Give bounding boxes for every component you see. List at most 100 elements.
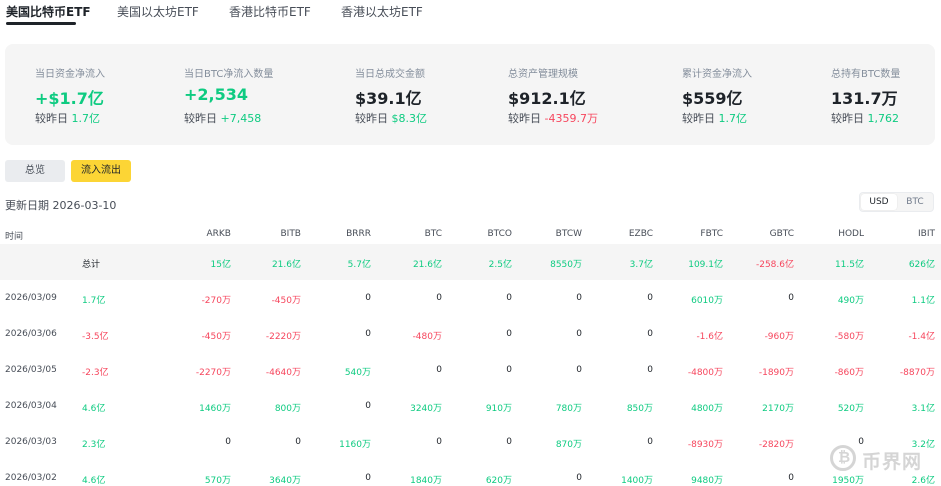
table-cell: 1840万 xyxy=(410,476,442,486)
update-value: 2026-03-10 xyxy=(52,199,117,212)
stat-value: +$1.7亿 xyxy=(35,89,104,108)
flows-button[interactable]: 流入流出 xyxy=(71,160,131,182)
table-cell: 0 xyxy=(225,437,231,447)
table-cell: 850万 xyxy=(626,404,653,414)
total-cell: 8550万 xyxy=(550,260,582,270)
table-row: 2026/03/03 2.3亿 0 0 1160万 0 0 870万 0 -8930万 -2820万… xyxy=(0,424,941,460)
total-cell: 15亿 xyxy=(210,260,231,270)
table-cell: 3640万 xyxy=(269,476,301,486)
total-label: 总计 xyxy=(82,260,101,270)
overview-button[interactable]: 总览 xyxy=(5,160,65,182)
table-cell: 3.1亿 xyxy=(911,404,935,414)
table-cell: 0 xyxy=(436,437,442,447)
active-tab-indicator xyxy=(6,22,76,25)
compare-prefix: 较昨日 xyxy=(682,112,715,125)
stat-compare: 较昨日 1,762 xyxy=(831,110,899,126)
table-cell: 0 xyxy=(506,329,512,339)
table-cell: 800万 xyxy=(274,404,301,414)
stat-label: 当日总成交金额 xyxy=(355,69,425,80)
stat-value: 131.7万 xyxy=(831,89,898,108)
tab-hk-eth-etf[interactable]: 香港以太坊ETF xyxy=(341,3,423,20)
row-date: 2026/03/03 xyxy=(5,437,57,447)
total-cell: 21.6亿 xyxy=(271,260,301,270)
column-header-gbtc: GBTC xyxy=(769,229,794,239)
column-header-bitb: BITB xyxy=(280,229,301,239)
table-cell: 0 xyxy=(576,329,582,339)
table-cell: 620万 xyxy=(485,476,512,486)
table-cell: 0 xyxy=(436,365,442,375)
compare-prefix: 较昨日 xyxy=(184,112,217,125)
table-cell: -860万 xyxy=(834,368,864,378)
update-date: 更新日期 2026-03-10 xyxy=(5,197,116,213)
total-cell: 11.5亿 xyxy=(834,260,864,270)
table-cell: 0 xyxy=(647,365,653,375)
total-cell: 3.7亿 xyxy=(629,260,653,270)
table-cell: -480万 xyxy=(412,332,442,342)
table-row: 2026/03/04 4.6亿 1460万 800万 0 3240万 910万 780万 850… xyxy=(0,388,941,424)
table-cell: 0 xyxy=(788,473,794,483)
column-header-btco: BTCO xyxy=(487,229,512,239)
compare-prefix: 较昨日 xyxy=(508,112,541,125)
compare-value: 1.7亿 xyxy=(71,112,101,125)
table-cell: 0 xyxy=(576,293,582,303)
table-cell: 520万 xyxy=(837,404,864,414)
table-cell: 0 xyxy=(647,329,653,339)
stat-label: 当日BTC净流入数量 xyxy=(184,69,274,80)
stat-label: 总资产管理规模 xyxy=(508,69,578,80)
compare-value: $8.3亿 xyxy=(391,112,428,125)
compare-prefix: 较昨日 xyxy=(35,112,68,125)
tab-hk-btc-etf[interactable]: 香港比特币ETF xyxy=(229,3,311,20)
row-total: -2.3亿 xyxy=(82,368,109,378)
table-cell: 9480万 xyxy=(691,476,723,486)
stat-label: 累计资金净流入 xyxy=(682,69,752,80)
table-cell: -1.6亿 xyxy=(696,332,723,342)
tab-us-eth-etf[interactable]: 美国以太坊ETF xyxy=(117,3,199,20)
table-cell: 1460万 xyxy=(199,404,231,414)
stat-value: +2,534 xyxy=(184,85,249,104)
stat-compare: 较昨日 $8.3亿 xyxy=(355,110,427,126)
table-cell: -960万 xyxy=(764,332,794,342)
table-cell: 0 xyxy=(576,365,582,375)
total-cell: 21.6亿 xyxy=(412,260,442,270)
row-total: 1.7亿 xyxy=(82,296,106,306)
table-cell: 870万 xyxy=(555,440,582,450)
table-cell: 490万 xyxy=(837,296,864,306)
total-row: 总计 15亿 21.6亿 5.7亿 21.6亿 2.5亿 8550万 3.7亿 109.1亿 -2… xyxy=(0,244,941,280)
table-cell: 0 xyxy=(436,293,442,303)
table-cell: -8930万 xyxy=(687,440,723,450)
table-cell: 0 xyxy=(647,437,653,447)
total-cell: 2.5亿 xyxy=(488,260,512,270)
table-cell: 1.1亿 xyxy=(911,296,935,306)
table-cell: -450万 xyxy=(271,296,301,306)
table-cell: -8870万 xyxy=(899,368,935,378)
table-cell: 0 xyxy=(576,473,582,483)
row-date: 2026/03/04 xyxy=(5,401,57,411)
stat-value: $39.1亿 xyxy=(355,89,422,108)
site-watermark: 币界网 xyxy=(824,440,934,476)
column-header-hodl: HODL xyxy=(838,229,864,239)
compare-value: -4359.7万 xyxy=(544,112,598,125)
stat-compare: 较昨日 +7,458 xyxy=(184,110,261,126)
stat-compare: 较昨日 1.7亿 xyxy=(35,110,100,126)
row-date: 2026/03/09 xyxy=(5,293,57,303)
table-cell: -270万 xyxy=(201,296,231,306)
stat-label: 总持有BTC数量 xyxy=(831,69,901,80)
row-date: 2026/03/06 xyxy=(5,329,57,339)
table-cell: 4800万 xyxy=(691,404,723,414)
column-header-time: 时间 xyxy=(5,232,24,242)
table-row: 2026/03/05 -2.3亿 -2270万 -4640万 540万 0 0 0 0 -4800… xyxy=(0,352,941,388)
tab-us-btc-etf[interactable]: 美国比特币ETF xyxy=(6,3,91,20)
unit-btc-button[interactable]: BTC xyxy=(897,194,933,210)
table-cell: 0 xyxy=(506,437,512,447)
table-cell: -4640万 xyxy=(265,368,301,378)
table-cell: 0 xyxy=(365,293,371,303)
total-cell: 5.7亿 xyxy=(347,260,371,270)
etf-tabs: 美国比特币ETF 美国以太坊ETF 香港比特币ETF 香港以太坊ETF xyxy=(0,0,941,26)
update-label: 更新日期 xyxy=(5,199,49,212)
unit-usd-button[interactable]: USD xyxy=(861,194,897,210)
row-total: 2.3亿 xyxy=(82,440,106,450)
table-cell: 910万 xyxy=(485,404,512,414)
total-cell: 109.1亿 xyxy=(688,260,723,270)
row-date: 2026/03/05 xyxy=(5,365,57,375)
stats-panel: 当日资金净流入 +$1.7亿 较昨日 1.7亿 当日BTC净流入数量 +2,53… xyxy=(5,44,935,145)
